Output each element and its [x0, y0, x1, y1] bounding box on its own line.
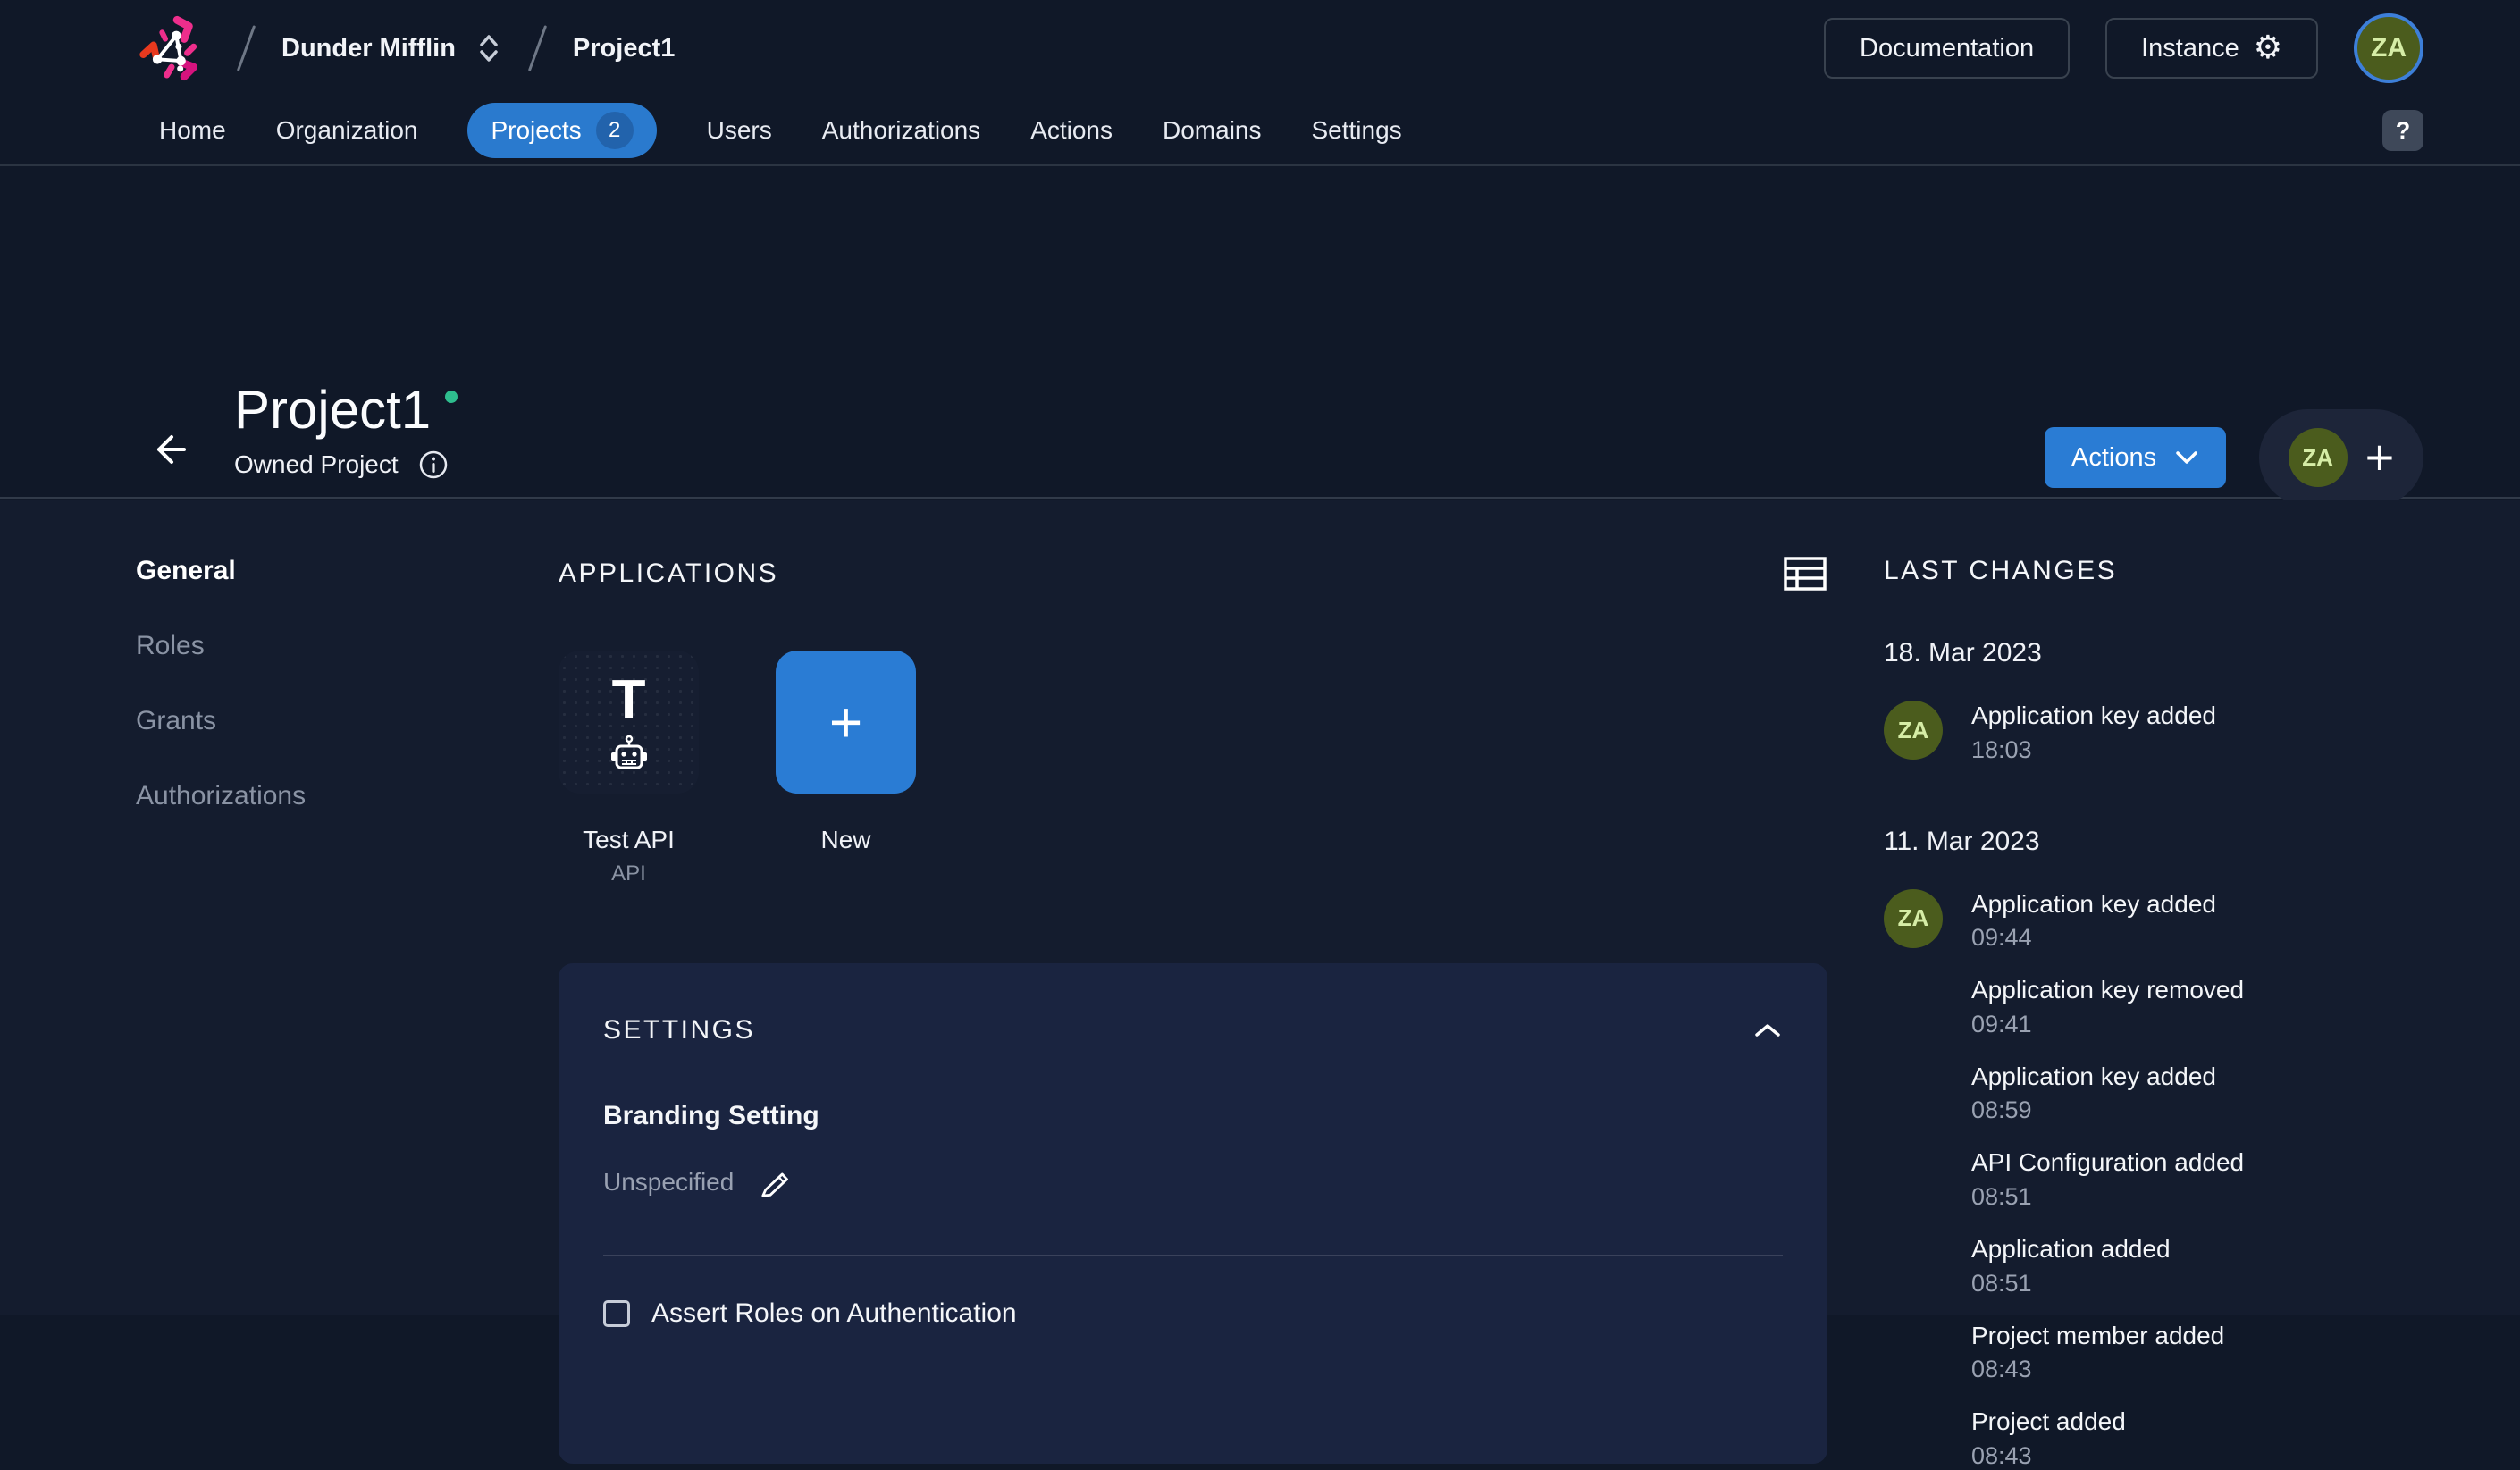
- help-button[interactable]: ?: [2382, 110, 2423, 151]
- event-time: 18:03: [1971, 736, 2216, 764]
- event-title: Application added: [1971, 1234, 2171, 1264]
- robot-icon: [609, 735, 649, 771]
- back-arrow-icon[interactable]: [148, 429, 189, 470]
- event-avatar: ZA: [1884, 701, 1943, 760]
- application-tile-test-api[interactable]: T: [559, 651, 699, 794]
- documentation-button-label: Documentation: [1860, 34, 2034, 63]
- main-content: General Roles Grants Authorizations APPL…: [0, 500, 2520, 1315]
- event-time: 08:51: [1971, 1183, 2244, 1211]
- event-avatar: ZA: [1884, 889, 1943, 948]
- gear-icon: ⚙: [2254, 32, 2282, 64]
- org-switcher-unfold-icon[interactable]: [475, 30, 502, 66]
- event-time: 09:44: [1971, 924, 2216, 952]
- last-changes-heading: LAST CHANGES: [1884, 556, 2438, 586]
- project-active-dot: [445, 391, 458, 403]
- settings-card: SETTINGS Branding Setting Unspecified As…: [559, 963, 1827, 1464]
- settings-heading: SETTINGS: [603, 1015, 755, 1046]
- tab-home[interactable]: Home: [159, 116, 226, 145]
- add-member-icon[interactable]: +: [2365, 433, 2395, 483]
- change-event[interactable]: Project member added 08:43: [1971, 1321, 2438, 1384]
- info-icon[interactable]: [418, 449, 449, 480]
- breadcrumb-org[interactable]: Dunder Mifflin: [281, 34, 456, 63]
- event-title: Project added: [1971, 1407, 2126, 1437]
- assert-roles-label: Assert Roles on Authentication: [651, 1298, 1017, 1329]
- sidebar-item-grants[interactable]: Grants: [136, 706, 475, 736]
- change-group-date: 18. Mar 2023: [1884, 638, 2438, 668]
- last-changes-panel: LAST CHANGES 18. Mar 2023 ZA Application…: [1884, 500, 2438, 1470]
- user-avatar[interactable]: ZA: [2354, 13, 2423, 83]
- member-avatar: ZA: [2289, 428, 2348, 487]
- change-event[interactable]: ZA Application key added 18:03: [1884, 701, 2438, 764]
- projects-count-badge: 2: [596, 112, 634, 149]
- new-application-tile[interactable]: +: [776, 651, 916, 794]
- plus-icon: +: [829, 693, 862, 751]
- zitadel-logo-icon[interactable]: [132, 9, 211, 88]
- tab-organization[interactable]: Organization: [276, 116, 418, 145]
- app-initial: T: [612, 673, 646, 728]
- collapse-chevron-up-icon[interactable]: [1752, 1021, 1783, 1039]
- center-column: APPLICATIONS T: [559, 500, 1827, 886]
- event-title: API Configuration added: [1971, 1147, 2244, 1178]
- tab-domains[interactable]: Domains: [1163, 116, 1261, 145]
- tab-projects-label: Projects: [491, 116, 581, 145]
- tab-projects[interactable]: Projects 2: [467, 103, 656, 158]
- top-bar: Dunder Mifflin Project1 Documentation In…: [0, 0, 2520, 97]
- sidebar-item-roles[interactable]: Roles: [136, 631, 475, 661]
- sidebar-item-general[interactable]: General: [136, 556, 475, 586]
- change-event[interactable]: Application added 08:51: [1971, 1234, 2438, 1298]
- change-group-date: 11. Mar 2023: [1884, 827, 2438, 857]
- chevron-down-icon: [2174, 449, 2199, 466]
- tab-authorizations[interactable]: Authorizations: [822, 116, 980, 145]
- table-view-icon[interactable]: [1783, 554, 1827, 593]
- documentation-button[interactable]: Documentation: [1824, 18, 2070, 79]
- app-type: API: [559, 861, 699, 886]
- change-event[interactable]: Application key removed 09:41: [1971, 975, 2438, 1038]
- event-title: Application key added: [1971, 701, 2216, 731]
- edit-pencil-icon[interactable]: [757, 1163, 795, 1202]
- breadcrumb-separator: [237, 25, 256, 71]
- app-name[interactable]: Test API: [559, 826, 699, 854]
- event-time: 09:41: [1971, 1011, 2244, 1038]
- branding-setting-label: Branding Setting: [603, 1101, 1783, 1131]
- change-event[interactable]: Application key added 08:59: [1971, 1062, 2438, 1125]
- tab-actions[interactable]: Actions: [1030, 116, 1113, 145]
- project-members-pill[interactable]: ZA +: [2259, 409, 2423, 506]
- new-tile-label: New: [776, 826, 916, 854]
- change-event[interactable]: ZA Application key added 09:44: [1884, 889, 2438, 953]
- change-event[interactable]: Project added 08:43: [1971, 1407, 2438, 1470]
- breadcrumb-project[interactable]: Project1: [573, 34, 675, 63]
- event-title: Application key added: [1971, 1062, 2216, 1092]
- assert-roles-row[interactable]: Assert Roles on Authentication: [603, 1298, 1783, 1329]
- tab-settings[interactable]: Settings: [1312, 116, 1402, 145]
- main-nav: Home Organization Projects 2 Users Autho…: [0, 97, 2520, 166]
- breadcrumb-separator: [528, 25, 547, 71]
- project-sub-nav: General Roles Grants Authorizations: [136, 556, 475, 856]
- branding-setting-value: Unspecified: [603, 1168, 734, 1197]
- application-tiles: T Test API API +: [559, 651, 1827, 886]
- actions-button-label: Actions: [2071, 443, 2156, 473]
- project-header: Project1 Owned Project Actions ZA + Stat…: [0, 166, 2520, 499]
- sidebar-item-authorizations[interactable]: Authorizations: [136, 781, 475, 811]
- event-title: Application key added: [1971, 889, 2216, 920]
- page-title: Project1: [234, 379, 431, 441]
- applications-heading: APPLICATIONS: [559, 559, 778, 589]
- event-title: Project member added: [1971, 1321, 2224, 1351]
- event-title: Application key removed: [1971, 975, 2244, 1005]
- settings-divider: [603, 1255, 1783, 1256]
- project-type-label: Owned Project: [234, 450, 399, 479]
- tab-users[interactable]: Users: [707, 116, 772, 145]
- change-event[interactable]: API Configuration added 08:51: [1971, 1147, 2438, 1211]
- assert-roles-checkbox[interactable]: [603, 1300, 630, 1327]
- instance-button-label: Instance: [2141, 34, 2239, 63]
- event-time: 08:51: [1971, 1270, 2171, 1298]
- event-time: 08:43: [1971, 1356, 2224, 1383]
- event-time: 08:59: [1971, 1096, 2216, 1124]
- actions-button[interactable]: Actions: [2045, 427, 2226, 488]
- instance-button[interactable]: Instance ⚙: [2105, 18, 2318, 79]
- event-time: 08:43: [1971, 1442, 2126, 1470]
